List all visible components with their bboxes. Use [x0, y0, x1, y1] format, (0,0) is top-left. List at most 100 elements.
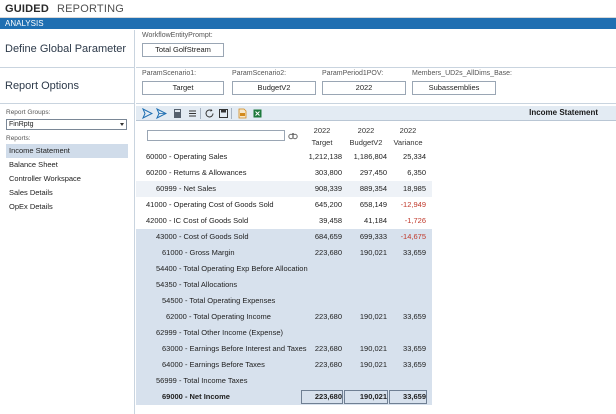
report-parameter-area: ParamScenario1: Target ParamScenario2: B… [136, 68, 616, 104]
target-cell[interactable]: 39,458 [302, 213, 342, 229]
variance-cell[interactable]: -12,949 [390, 197, 426, 213]
col-header-variance: Variance [393, 138, 423, 147]
members-ud2-field[interactable]: Subassemblies [412, 81, 496, 95]
target-cell[interactable] [302, 293, 342, 309]
report-list-item[interactable]: Sales Details [6, 186, 128, 200]
grid-row[interactable]: 60999 - Net Sales 908,339 889,354 18,985 [136, 181, 432, 197]
target-cell[interactable]: 908,339 [302, 181, 342, 197]
budget-cell[interactable] [345, 373, 387, 389]
row-label: 62000 - Total Operating Income [166, 312, 271, 321]
target-cell[interactable] [302, 373, 342, 389]
budget-cell[interactable] [345, 293, 387, 309]
target-cell[interactable]: 684,659 [302, 229, 342, 245]
report-grid-area: 2022 Target 2022 BudgetV2 2022 Variance … [136, 121, 616, 414]
param-scenario2-field[interactable]: BudgetV2 [232, 81, 316, 95]
grid-row[interactable]: 61000 - Gross Margin 223,680 190,021 33,659 [136, 245, 432, 261]
budget-cell[interactable]: 190,021 [345, 341, 387, 357]
report-options-title: Report Options [5, 80, 79, 92]
guided-reporting-app: GUIDED REPORTING ANALYSIS Define Global … [0, 0, 616, 414]
target-cell[interactable]: 223,680 [302, 357, 342, 373]
binoculars-icon[interactable] [288, 130, 298, 140]
target-cell[interactable]: 1,212,138 [302, 149, 342, 165]
variance-cell[interactable]: 33,659 [390, 245, 426, 261]
budget-cell[interactable]: 889,354 [345, 181, 387, 197]
budget-cell[interactable]: 699,333 [345, 229, 387, 245]
grid-row[interactable]: 56999 - Total Income Taxes [136, 373, 432, 389]
grid-row[interactable]: 60000 - Operating Sales 1,212,138 1,186,80… [136, 149, 432, 165]
variance-cell[interactable]: 33,659 [390, 341, 426, 357]
title-bar: GUIDED REPORTING [0, 0, 616, 18]
dropdown-arrow-icon[interactable] [120, 123, 124, 126]
variance-cell[interactable]: -14,675 [390, 229, 426, 245]
report-groups-select[interactable]: FinRptg [6, 119, 127, 130]
budget-cell[interactable] [345, 261, 387, 277]
grid-row[interactable]: 60200 - Returns & Allowances 303,800 297,4… [136, 165, 432, 181]
report-title: Income Statement [529, 108, 598, 117]
budget-cell[interactable]: 297,450 [345, 165, 387, 181]
variance-cell[interactable]: -1,726 [390, 213, 426, 229]
target-cell[interactable]: 303,800 [302, 165, 342, 181]
save-icon[interactable] [218, 108, 229, 119]
budget-cell[interactable]: 190,021 [345, 309, 387, 325]
analysis-tab[interactable]: ANALYSIS [5, 18, 44, 29]
budget-cell[interactable]: 190,021 [345, 357, 387, 373]
grid-filter-input[interactable] [147, 130, 285, 141]
variance-cell[interactable] [390, 261, 426, 277]
variance-cell[interactable] [390, 277, 426, 293]
analysis-strip[interactable]: ANALYSIS [0, 18, 616, 29]
report-list-item[interactable]: Controller Workspace [6, 172, 128, 186]
variance-cell[interactable]: 33,659 [390, 309, 426, 325]
export-excel-icon[interactable] [252, 108, 263, 119]
col-header-target: Target [311, 138, 333, 147]
variance-cell[interactable]: 33,659 [390, 357, 426, 373]
row-label: 60000 - Operating Sales [146, 152, 228, 161]
variance-cell[interactable]: 6,350 [390, 165, 426, 181]
grid-row[interactable]: 41000 - Operating Cost of Goods Sold 645,… [136, 197, 432, 213]
reports-label: Reports: [6, 135, 31, 142]
target-cell[interactable]: 223,680 [302, 341, 342, 357]
grid-row[interactable]: 64000 - Earnings Before Taxes 223,680 190,… [136, 357, 432, 373]
calculator-icon[interactable] [172, 108, 183, 119]
grid-row[interactable]: 69000 - Net Income 223,680 190,021 33,659 [136, 389, 432, 405]
report-list-item[interactable]: OpEx Details [6, 200, 128, 214]
global-parameter-panel: Define Global Parameter [0, 30, 135, 68]
export-pdf-icon[interactable] [237, 108, 248, 119]
grid-row[interactable]: 62000 - Total Operating Income 223,680 190… [136, 309, 432, 325]
variance-cell[interactable]: 25,334 [390, 149, 426, 165]
list-icon[interactable] [187, 108, 198, 119]
refresh-icon[interactable] [204, 108, 215, 119]
report-list-item[interactable]: Income Statement [6, 144, 128, 158]
grid-row[interactable]: 54350 - Total Allocations [136, 277, 432, 293]
budget-cell[interactable]: 190,021 [345, 245, 387, 261]
budget-cell[interactable] [345, 325, 387, 341]
target-cell[interactable]: 645,200 [302, 197, 342, 213]
budget-cell[interactable]: 41,184 [345, 213, 387, 229]
grid-row[interactable]: 54500 - Total Operating Expenses [136, 293, 432, 309]
budget-cell[interactable] [345, 277, 387, 293]
target-cell[interactable]: 223,680 [302, 245, 342, 261]
grid-row[interactable]: 54400 - Total Operating Exp Before Alloc… [136, 261, 432, 277]
variance-cell[interactable] [390, 373, 426, 389]
report-list-item[interactable]: Balance Sheet [6, 158, 128, 172]
grid-row[interactable]: 63000 - Earnings Before Interest and Tax… [136, 341, 432, 357]
target-cell[interactable] [302, 325, 342, 341]
param-period-field[interactable]: 2022 [322, 81, 406, 95]
row-label: 61000 - Gross Margin [162, 248, 235, 257]
target-cell[interactable] [302, 261, 342, 277]
variance-cell[interactable] [390, 293, 426, 309]
send-alt-icon[interactable] [156, 108, 167, 119]
grid-row[interactable]: 62999 - Total Other Income (Expense) [136, 325, 432, 341]
grid-row[interactable]: 43000 - Cost of Goods Sold 684,659 699,333… [136, 229, 432, 245]
workflow-entity-field[interactable]: Total GolfStream [142, 43, 224, 57]
send-icon[interactable] [142, 108, 153, 119]
budget-cell[interactable]: 658,149 [345, 197, 387, 213]
variance-cell[interactable] [390, 325, 426, 341]
target-cell[interactable] [302, 277, 342, 293]
row-label: 56999 - Total Income Taxes [156, 376, 248, 385]
param-scenario2-label: ParamScenario2: [232, 70, 287, 77]
budget-cell[interactable]: 1,186,804 [345, 149, 387, 165]
grid-row[interactable]: 42000 - IC Cost of Goods Sold 39,458 41,18… [136, 213, 432, 229]
variance-cell[interactable]: 18,985 [390, 181, 426, 197]
target-cell[interactable]: 223,680 [302, 309, 342, 325]
param-scenario1-field[interactable]: Target [142, 81, 224, 95]
